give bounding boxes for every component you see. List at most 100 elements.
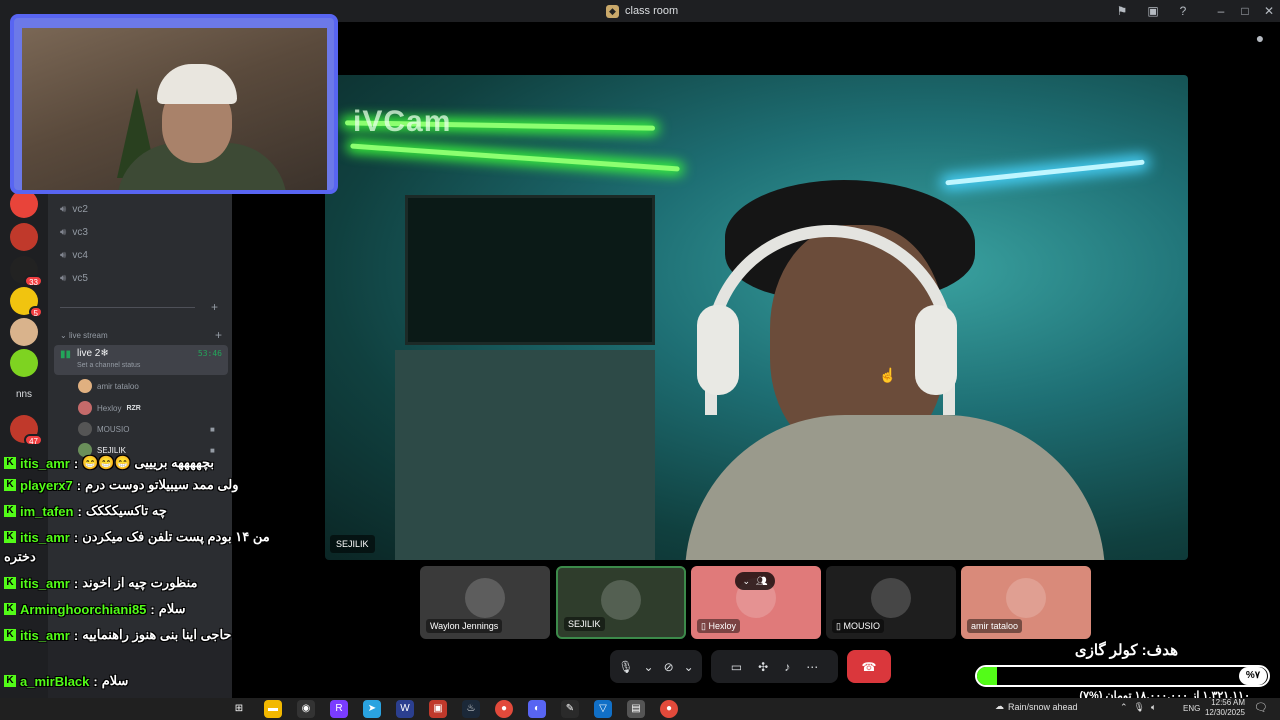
voice-channel-vc5[interactable]: 🔊︎ vc5	[60, 268, 88, 288]
chat-separator: :	[150, 601, 155, 617]
task-view-icon[interactable]: ⊞	[230, 700, 248, 718]
action-control-group[interactable]: ▭ ✣ ♪ ⋯	[711, 650, 838, 683]
stage-speaker-label: SEJILIK	[330, 535, 375, 553]
voice-channel-live-2[interactable]: ▮▮ live 2❄ Set a channel status 53:46	[54, 345, 228, 375]
chat-message: K Arminghoorchiani85: سلام	[4, 598, 185, 620]
close-button[interactable]: ✕	[1261, 3, 1277, 19]
obs-icon[interactable]: ◉	[297, 700, 315, 718]
server-icon[interactable]: 5	[10, 287, 43, 318]
users-icon[interactable]: 👥︎	[756, 576, 767, 587]
participant-tile[interactable]: ▯ MOUSIO	[826, 566, 956, 639]
voice-channel-vc4[interactable]: 🔊︎ vc4	[60, 245, 88, 265]
maximize-button[interactable]: □	[1237, 3, 1253, 19]
chevron-down-icon[interactable]: ⌄	[743, 576, 751, 587]
voice-member[interactable]: amir tataloo	[78, 376, 139, 396]
mic-control-group[interactable]: 🎙︎ ⌄ ⊘ ⌄	[610, 650, 702, 683]
chat-separator: :	[77, 503, 82, 519]
chat-message: دختره	[4, 546, 36, 568]
chat-separator: :	[73, 627, 79, 643]
mention-badge: 5	[28, 306, 43, 318]
chevron-down-icon[interactable]: ⌄	[644, 660, 654, 674]
chevron-down-icon[interactable]: ⌄	[684, 660, 694, 674]
inbox-icon[interactable]: ⚑	[1114, 3, 1130, 19]
participant-tile[interactable]: Waylon Jennings	[420, 566, 550, 639]
server-icon[interactable]	[10, 223, 38, 251]
tile-name: Waylon Jennings	[430, 621, 499, 631]
category-live-stream[interactable]: ⌄ live stream +	[60, 328, 222, 342]
pen-app-icon[interactable]: ✎	[561, 700, 579, 718]
voice-channel-vc2[interactable]: 🔊︎ vc2	[60, 199, 88, 219]
chat-separator: :	[73, 455, 79, 471]
participant-tile[interactable]: SEJILIK	[556, 566, 686, 639]
taskbar-clock[interactable]: 12:56 AM 12/30/2025	[1203, 698, 1245, 718]
channel-label: vc4	[72, 249, 88, 261]
voice-member[interactable]: MOUSIO ■	[78, 419, 215, 439]
file-explorer-icon[interactable]: ▬	[264, 700, 282, 718]
more-options-icon[interactable]: ⋯	[806, 660, 818, 674]
server-icon[interactable]	[10, 190, 38, 218]
chat-message: Kitis_amr: بچههههه بریییی 😁😁😁	[4, 452, 214, 474]
server-icon[interactable]: 47	[10, 415, 43, 446]
screen-share-icon[interactable]: ▭	[731, 660, 742, 674]
kick-badge-icon: K	[4, 505, 16, 517]
mention-badge: 47	[24, 434, 43, 446]
weather-widget[interactable]: ☁ Rain/snow ahead	[995, 701, 1078, 712]
camera-off-icon[interactable]: ⊘	[664, 660, 674, 674]
popout-icon[interactable]: ▣	[1145, 3, 1161, 19]
streamer-app-icon[interactable]: ▣	[429, 700, 447, 718]
chat-message: Ka_mirBlack: سلام	[4, 670, 128, 692]
steam-icon[interactable]: ♨	[462, 700, 480, 718]
activities-icon[interactable]: ✣	[758, 660, 768, 674]
voice-channel-vc3[interactable]: 🔊︎ vc3	[60, 222, 88, 242]
cloud-icon: ☁	[995, 701, 1004, 711]
vpn-icon[interactable]: ▽	[594, 700, 612, 718]
avatar	[78, 422, 92, 436]
chrome-icon[interactable]: ●	[495, 700, 513, 718]
speaker-active-icon: ▮▮	[60, 349, 72, 360]
chat-separator: :	[93, 673, 98, 689]
chat-username: itis_amr	[20, 529, 70, 545]
mic-tray-icon[interactable]: 🎙︎	[1134, 702, 1145, 713]
system-tray[interactable]: ⌃ 🎙︎ 🔈︎	[1120, 702, 1156, 713]
member-name: MOUSIO	[97, 424, 130, 434]
clock-date: 12/30/2025	[1204, 708, 1245, 717]
voice-member[interactable]: Hexloy RZR	[78, 398, 141, 418]
language-indicator[interactable]: ENG	[1183, 704, 1200, 713]
app-r-icon[interactable]: R	[330, 700, 348, 718]
speaker-icon: 🔊︎	[60, 272, 67, 284]
server-icon[interactable]	[10, 349, 38, 377]
disconnect-button[interactable]: ☎	[847, 650, 891, 683]
chevron-down-icon: ⌄	[60, 330, 69, 340]
server-text-item[interactable]: nns	[8, 389, 40, 400]
discord-icon[interactable]: ◐	[528, 700, 546, 718]
minimize-button[interactable]: –	[1213, 3, 1229, 19]
avatar	[1006, 578, 1046, 618]
speaker-tray-icon[interactable]: 🔈︎	[1151, 702, 1156, 713]
speaker-icon: 🔊︎	[60, 203, 67, 215]
chrome-profile-icon[interactable]: ●	[660, 700, 678, 718]
participant-tile[interactable]: amir tataloo	[961, 566, 1091, 639]
main-video-stage[interactable]: iVCam	[325, 75, 1188, 560]
microphone-icon[interactable]: 🎙︎	[618, 660, 633, 674]
channel-status[interactable]: Set a channel status	[77, 362, 140, 369]
add-channel-icon[interactable]: +	[211, 300, 218, 314]
notes-icon[interactable]: ▤	[627, 700, 645, 718]
window-title: class room	[625, 5, 679, 17]
goal-progress-fill	[977, 667, 998, 685]
app-w-icon[interactable]: W	[396, 700, 414, 718]
tile-controls[interactable]: ⌄ 👥︎	[735, 572, 775, 590]
tray-up-icon[interactable]: ⌃	[1120, 702, 1128, 713]
headphone-right	[915, 305, 957, 395]
avatar	[871, 578, 911, 618]
server-icon[interactable]: 33	[10, 256, 43, 287]
chat-bubble-icon[interactable]: ●	[1252, 30, 1268, 46]
telegram-icon[interactable]: ➤	[363, 700, 381, 718]
server-icon[interactable]	[10, 318, 38, 346]
tile-label: ▯ Hexloy	[697, 619, 740, 633]
chat-text: ولی ممد سیبیلاتو دوست درم	[85, 477, 239, 492]
notification-icon[interactable]: 🗨︎	[1254, 701, 1268, 714]
help-icon[interactable]: ?	[1175, 3, 1191, 19]
add-channel-icon[interactable]: +	[215, 328, 222, 342]
member-name: amir tataloo	[97, 381, 139, 391]
soundboard-icon[interactable]: ♪	[784, 660, 790, 674]
